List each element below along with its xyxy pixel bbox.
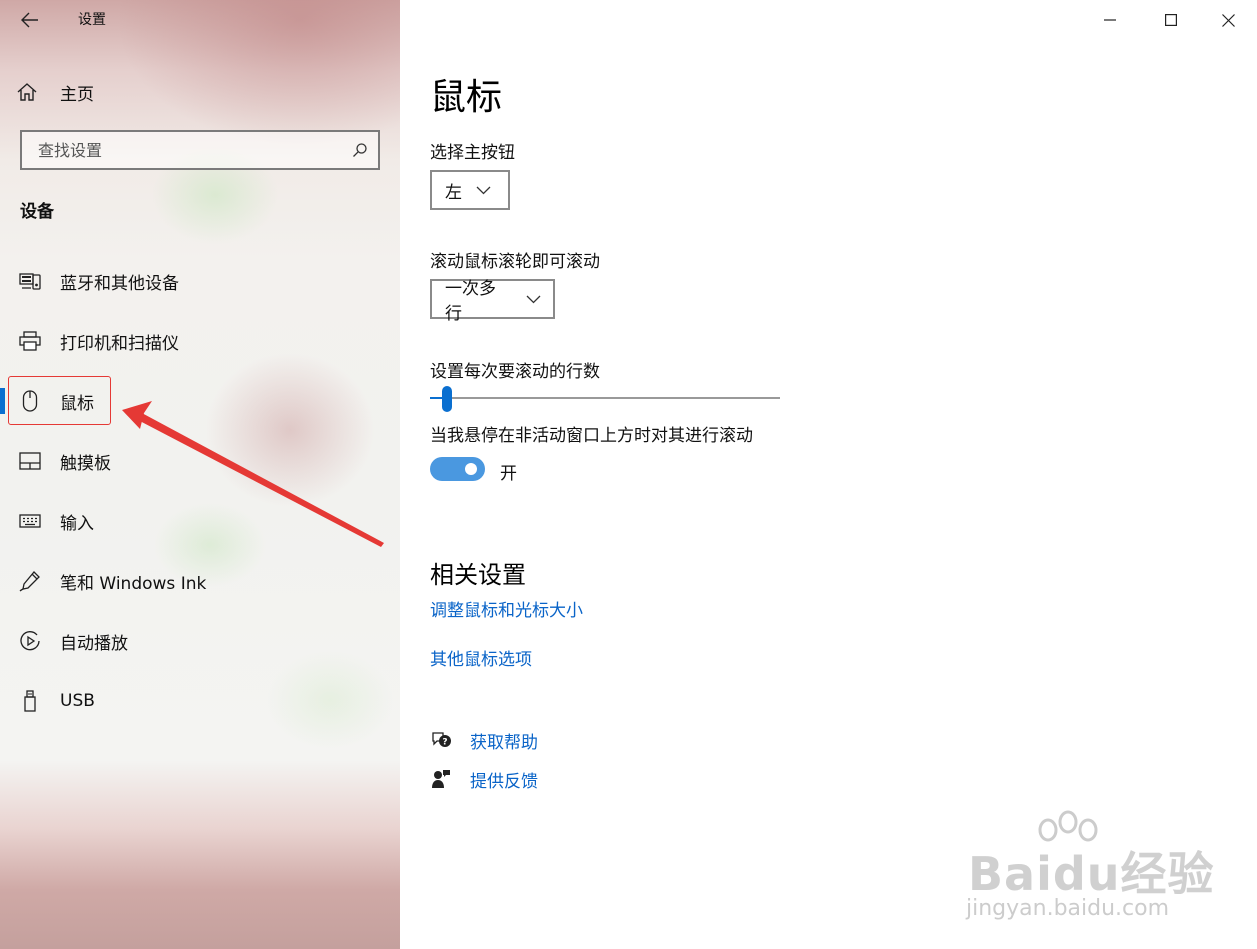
main-panel: 鼠标 选择主按钮 左 滚动鼠标滚轮即可滚动 一次多行 设置每次要滚动的行数 当我… [400,0,1257,949]
minimize-icon [1104,19,1116,21]
sidebar-item-label: 鼠标 [60,393,94,414]
back-arrow-icon [21,12,38,28]
sidebar-item-label: 蓝牙和其他设备 [60,273,179,294]
sidebar-item-bluetooth[interactable]: 蓝牙和其他设备 [0,257,400,305]
inactive-scroll-label: 当我悬停在非活动窗口上方时对其进行滚动 [430,426,753,446]
toggle-state-label: 开 [500,464,517,484]
section-title: 设备 [20,202,54,222]
sidebar-item-label: 触摸板 [60,453,111,474]
toggle-knob [465,463,477,475]
get-help-link[interactable]: ? 获取帮助 [430,726,538,754]
search-input[interactable] [36,139,352,161]
primary-button-dropdown[interactable]: 左 [430,170,510,210]
chevron-down-icon [526,295,541,304]
printer-icon [18,329,42,353]
sidebar-item-label: 笔和 Windows Ink [60,573,207,594]
usb-icon [18,689,42,713]
page-title: 鼠标 [430,77,503,118]
mouse-icon [18,389,42,413]
slider-thumb[interactable] [441,386,452,412]
watermark-brand: Baidu经验 [968,847,1215,901]
additional-mouse-options-link[interactable]: 其他鼠标选项 [430,645,532,670]
sidebar-item-label: 自动播放 [60,633,128,654]
sidebar-item-touchpad[interactable]: 触摸板 [0,437,400,485]
wheel-scroll-label: 滚动鼠标滚轮即可滚动 [430,252,600,272]
sidebar-item-autoplay[interactable]: 自动播放 [0,617,400,665]
sidebar-item-printers[interactable]: 打印机和扫描仪 [0,317,400,365]
related-settings-title: 相关设置 [430,561,526,589]
chevron-down-icon [476,186,491,195]
back-button[interactable] [14,6,46,34]
sidebar-item-pen[interactable]: 笔和 Windows Ink [0,557,400,605]
wheel-scroll-dropdown[interactable]: 一次多行 [430,279,555,324]
sidebar-item-label: USB [60,691,95,711]
pen-icon [18,569,42,593]
sidebar-item-usb[interactable]: USB [0,677,400,725]
close-button[interactable] [1200,0,1256,40]
sidebar-item-label: 打印机和扫描仪 [60,333,179,354]
give-feedback-label: 提供反馈 [470,771,538,792]
dropdown-value: 一次多行 [445,279,496,324]
bluetooth-devices-icon [18,269,42,293]
home-icon [16,82,44,102]
sidebar-item-typing[interactable]: 输入 [0,497,400,545]
app-title: 设置 [78,12,106,28]
sidebar-item-label: 主页 [60,84,94,105]
dropdown-value: 左 [445,182,462,203]
keyboard-icon [18,509,42,533]
inactive-scroll-toggle[interactable] [430,457,485,481]
svg-text:?: ? [442,738,447,748]
scroll-lines-label: 设置每次要滚动的行数 [430,362,600,382]
sidebar-item-label: 输入 [60,513,94,534]
maximize-button[interactable] [1143,0,1199,40]
sidebar: 设置 主页 设备 [0,0,400,949]
settings-window: 设置 主页 设备 [0,0,1257,949]
minimize-button[interactable] [1082,0,1138,40]
primary-button-label: 选择主按钮 [430,143,515,163]
search-icon [353,143,367,157]
slider-track [430,397,780,399]
scroll-lines-slider[interactable] [430,386,780,412]
maximize-icon [1165,14,1177,26]
autoplay-icon [18,629,42,653]
help-chat-icon: ? [430,729,452,751]
selection-indicator [0,388,5,414]
watermark-url: jingyan.baidu.com [966,896,1170,921]
give-feedback-link[interactable]: 提供反馈 [430,765,538,793]
sidebar-item-mouse[interactable]: 鼠标 [0,377,400,425]
watermark: Baidu经验 jingyan.baidu.com [960,810,1220,930]
feedback-icon [430,768,452,790]
adjust-cursor-size-link[interactable]: 调整鼠标和光标大小 [430,596,583,621]
search-box[interactable] [20,130,380,170]
paw-icon [1038,810,1098,842]
touchpad-icon [18,449,42,473]
close-icon [1221,13,1235,27]
sidebar-item-home[interactable]: 主页 [16,76,376,108]
get-help-label: 获取帮助 [470,732,538,753]
